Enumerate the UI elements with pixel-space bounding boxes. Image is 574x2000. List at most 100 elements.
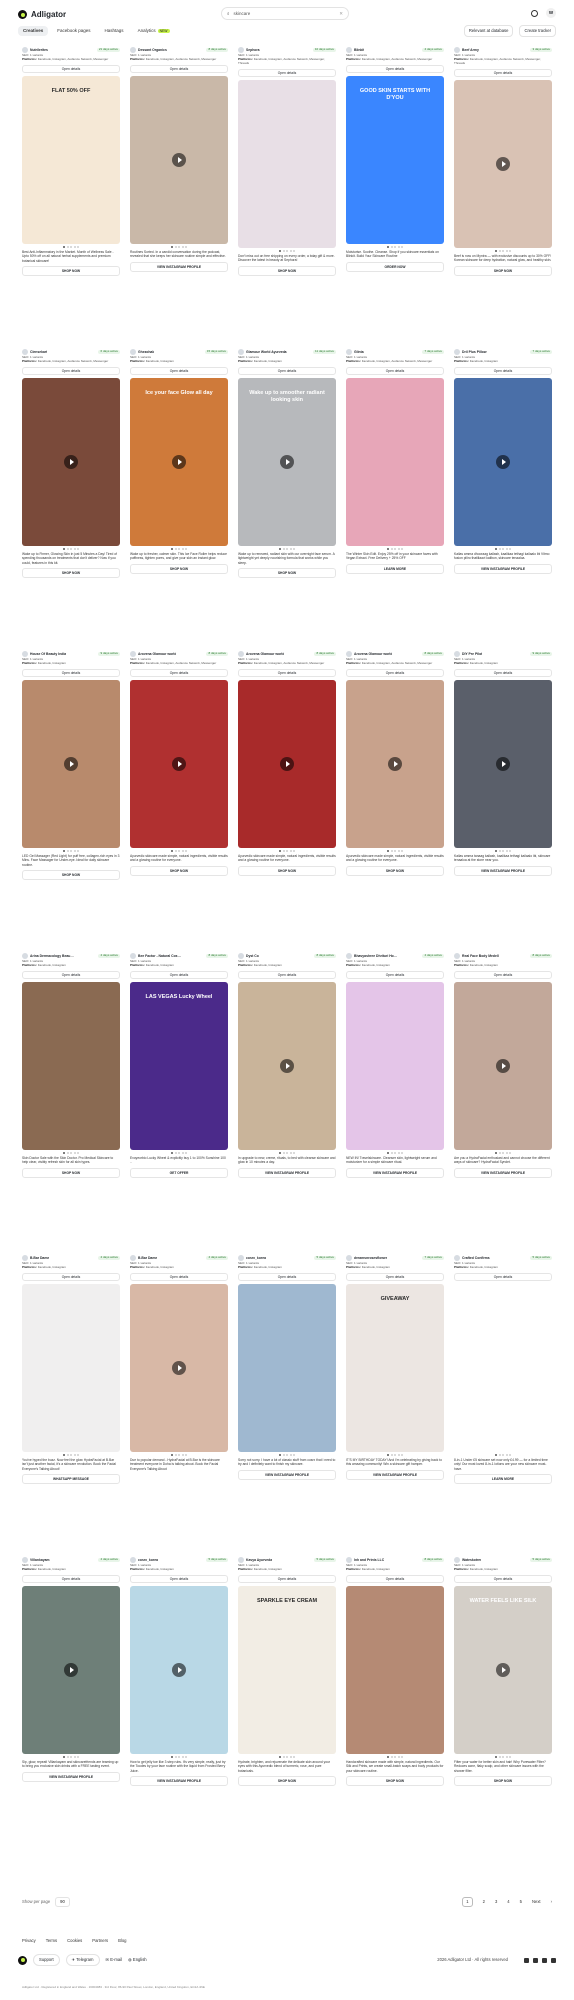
brand-name[interactable]: Blinkit <box>354 48 364 52</box>
cta-button[interactable]: LEARN MORE <box>346 563 444 574</box>
ad-media[interactable] <box>238 982 336 1151</box>
brand-name[interactable]: Clensekart <box>30 350 47 354</box>
open-details-button[interactable]: Open details <box>454 668 552 678</box>
ad-media[interactable] <box>346 378 444 547</box>
cta-button[interactable]: VIEW INSTAGRAM PROFILE <box>130 1775 228 1787</box>
open-details-button[interactable]: Open details <box>130 1272 228 1282</box>
ad-media[interactable] <box>346 1586 444 1755</box>
ad-media[interactable] <box>238 1284 336 1453</box>
cta-button[interactable]: VIEW INSTAGRAM PROFILE <box>454 1167 552 1178</box>
cta-button[interactable]: LEARN MORE <box>454 1473 552 1485</box>
cta-button[interactable]: SHOP NOW <box>238 265 336 276</box>
brand-name[interactable]: Nutrilerites <box>30 48 48 52</box>
ad-media[interactable] <box>22 378 120 547</box>
cta-button[interactable]: SHOP NOW <box>130 865 228 876</box>
brand-name[interactable]: Arovena Glamour world <box>138 652 176 656</box>
ad-media[interactable]: LAS VEGAS Lucky Wheel <box>130 982 228 1151</box>
brand-name[interactable]: B.Bar Dame <box>30 1256 49 1260</box>
cta-button[interactable]: SHOP NOW <box>22 265 120 277</box>
ad-media[interactable]: WATER FEELS LIKE SILK <box>454 1586 552 1755</box>
telegram-button[interactable]: ✈ Telegram <box>65 1954 100 1966</box>
ad-media[interactable] <box>130 680 228 849</box>
cta-button[interactable]: VIEW INSTAGRAM PROFILE <box>238 1167 336 1178</box>
page-1[interactable]: 1 <box>462 1897 473 1907</box>
open-details-button[interactable]: Open details <box>238 1574 336 1584</box>
cta-button[interactable]: SHOP NOW <box>22 567 120 579</box>
ad-media[interactable] <box>130 76 228 245</box>
theme-toggle-icon[interactable] <box>531 9 538 17</box>
play-icon[interactable] <box>280 455 294 470</box>
telegram-icon[interactable] <box>524 1957 529 1963</box>
ad-media[interactable] <box>22 680 120 849</box>
open-details-button[interactable]: Open details <box>238 366 336 376</box>
page-2[interactable]: 2 <box>483 1899 485 1904</box>
open-details-button[interactable]: Open details <box>454 366 552 376</box>
ad-media[interactable]: SPARKLE EYE CREAM <box>238 1586 336 1755</box>
open-details-button[interactable]: Open details <box>130 668 228 678</box>
open-details-button[interactable]: Open details <box>22 366 120 376</box>
open-details-button[interactable]: Open details <box>454 970 552 980</box>
brand-name[interactable]: Kavya Ayurveda <box>246 1558 272 1562</box>
cta-button[interactable]: VIEW INSTAGRAM PROFILE <box>346 1469 444 1480</box>
youtube-icon[interactable] <box>533 1957 538 1963</box>
cta-button[interactable]: SHOP NOW <box>454 265 552 276</box>
footer-link-blog[interactable]: Blog <box>118 1938 126 1943</box>
ad-media[interactable] <box>130 1586 228 1755</box>
ad-media[interactable] <box>454 378 552 547</box>
play-icon[interactable] <box>172 455 186 470</box>
open-details-button[interactable]: Open details <box>454 1574 552 1584</box>
brand-name[interactable]: Bee Factor - Natural Cosmetics <box>138 954 182 958</box>
open-details-button[interactable]: Open details <box>130 64 228 74</box>
brand-name[interactable]: Real Face Body Medell <box>462 954 499 958</box>
brand-name[interactable]: cosrx_korea <box>246 1256 266 1260</box>
brand-name[interactable]: Dyst Co <box>246 954 259 958</box>
ad-media[interactable] <box>130 1284 228 1453</box>
play-icon[interactable] <box>496 1663 510 1678</box>
tab-analytics[interactable]: Analytics NEW <box>133 26 175 36</box>
next-page-button[interactable]: Next <box>532 1899 541 1904</box>
create-tracker-button[interactable]: Create tracker <box>519 25 556 37</box>
open-details-button[interactable]: Open details <box>238 68 336 77</box>
play-icon[interactable] <box>280 1059 294 1074</box>
brand-name[interactable]: Inh and Prints LLC <box>354 1558 384 1562</box>
cta-button[interactable]: SHOP NOW <box>346 865 444 876</box>
cta-button[interactable]: SHOP NOW <box>238 567 336 579</box>
support-button[interactable]: Support <box>33 1954 60 1966</box>
ad-media[interactable] <box>454 982 552 1151</box>
ad-media[interactable]: FLAT 50% OFF <box>22 76 120 245</box>
open-details-button[interactable]: Open details <box>238 970 336 980</box>
cta-button[interactable]: SHOP NOW <box>22 1167 120 1178</box>
tab-facebook-pages[interactable]: Facebook pages <box>52 26 95 36</box>
open-details-button[interactable]: Open details <box>346 1574 444 1584</box>
facebook-icon[interactable] <box>551 1957 556 1963</box>
ad-media[interactable] <box>22 982 120 1151</box>
play-icon[interactable] <box>172 153 186 168</box>
open-details-button[interactable]: Open details <box>346 64 444 74</box>
page-4[interactable]: 4 <box>507 1899 509 1904</box>
open-details-button[interactable]: Open details <box>238 1272 336 1282</box>
sort-select[interactable]: Relevant at database <box>463 25 514 37</box>
ad-media[interactable] <box>346 680 444 849</box>
brand-name[interactable]: Villankayam <box>30 1558 50 1562</box>
open-details-button[interactable]: Open details <box>130 1574 228 1584</box>
play-icon[interactable] <box>388 757 402 772</box>
linkedin-icon[interactable] <box>542 1957 547 1963</box>
tab-creatives[interactable]: Creatives <box>18 26 49 36</box>
play-icon[interactable] <box>496 757 510 772</box>
avatar[interactable]: W <box>546 8 556 18</box>
ad-media[interactable] <box>346 982 444 1151</box>
brand-name[interactable]: Bhavyashree Dhrituri Homestore <box>354 954 398 958</box>
open-details-button[interactable]: Open details <box>22 64 120 74</box>
ad-media[interactable] <box>238 680 336 849</box>
open-details-button[interactable]: Open details <box>22 1574 120 1584</box>
brand-name[interactable]: cosrx_korea <box>138 1558 158 1562</box>
open-details-button[interactable]: Open details <box>130 970 228 980</box>
cta-button[interactable]: SHOP NOW <box>22 869 120 881</box>
play-icon[interactable] <box>280 757 294 772</box>
footer-link-privacy[interactable]: Privacy <box>22 1938 36 1943</box>
open-details-button[interactable]: Open details <box>22 668 120 678</box>
footer-link-partners[interactable]: Partners <box>92 1938 108 1943</box>
play-icon[interactable] <box>496 1059 510 1074</box>
open-details-button[interactable]: Open details <box>22 1272 120 1282</box>
footer-link-terms[interactable]: Terms <box>46 1938 57 1943</box>
